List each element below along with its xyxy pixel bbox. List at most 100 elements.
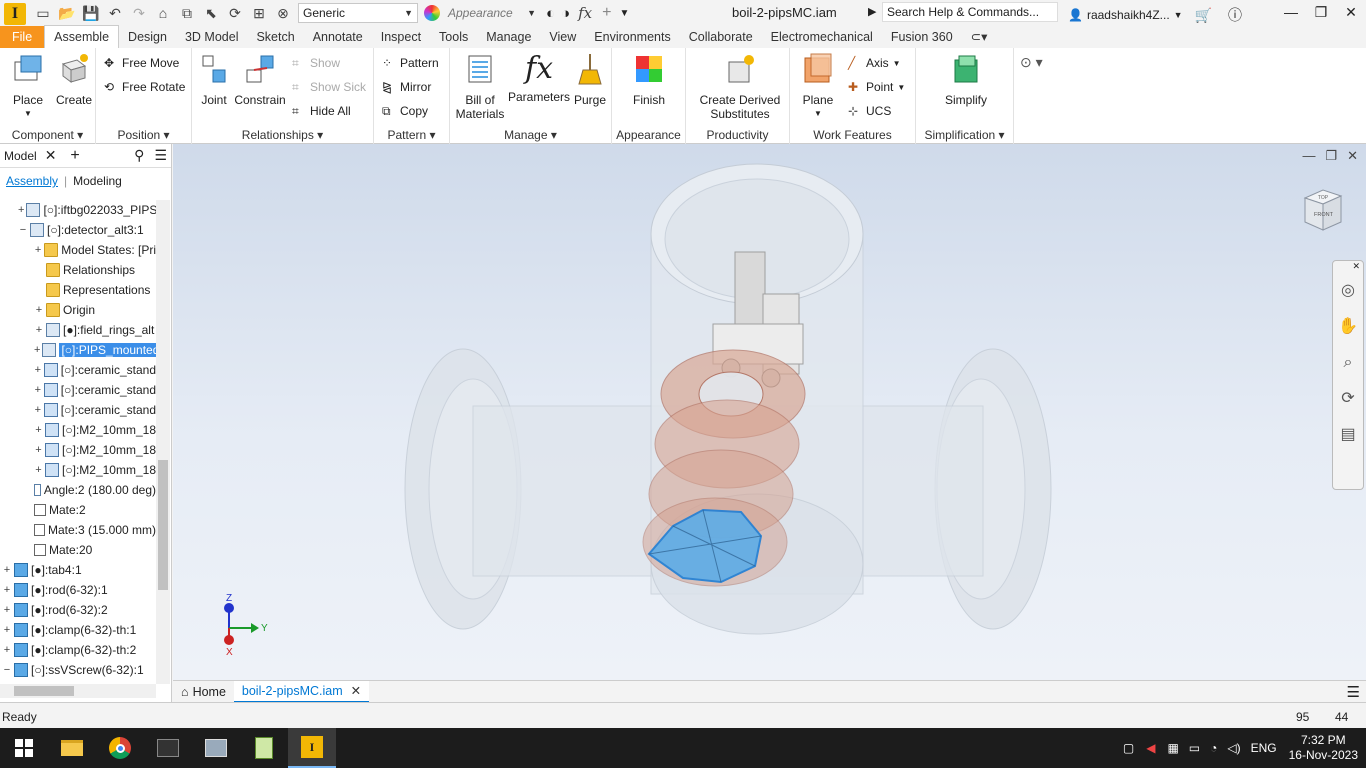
create-button[interactable]: Create xyxy=(52,52,96,107)
close-icon[interactable]: ✕ xyxy=(45,147,57,164)
expand-icon[interactable]: + xyxy=(2,584,12,596)
menu-icon[interactable]: ☰ xyxy=(154,147,167,164)
tree-item[interactable]: + [○]:M2_10mm_18 xyxy=(0,420,156,440)
tab-document[interactable]: boil-2-pipsMC.iam ✕ xyxy=(233,680,370,703)
tree-item-selected[interactable]: + [○]:PIPS_mounted xyxy=(0,340,156,360)
pan-icon[interactable]: ✋ xyxy=(1333,309,1363,345)
expand-icon[interactable]: + xyxy=(34,464,43,476)
tree-item[interactable]: + [●]:field_rings_alt xyxy=(0,320,156,340)
expand-icon[interactable]: + xyxy=(2,644,12,656)
expand-icon[interactable]: + xyxy=(34,324,44,336)
tree-item[interactable]: + [○]:M2_10mm_18 xyxy=(0,440,156,460)
user-account[interactable]: 👤 raadshaikh4Z... ▼ 🛒 ⓘ xyxy=(1068,5,1242,25)
relationships-panel-title[interactable]: Relationships ▾ xyxy=(192,128,373,142)
select-icon[interactable]: ⬉ xyxy=(200,3,222,23)
battery-icon[interactable]: ▭ xyxy=(1189,741,1200,755)
expand-icon[interactable]: + xyxy=(34,364,42,376)
hide-all-button[interactable]: ⌗ Hide All xyxy=(292,102,351,120)
tab-collaborate[interactable]: Collaborate xyxy=(680,26,762,48)
network-icon[interactable]: ▦ xyxy=(1167,741,1178,755)
tab-tools[interactable]: Tools xyxy=(430,26,477,48)
add-icon[interactable]: + xyxy=(70,147,79,165)
viewcube[interactable]: TOP FRONT xyxy=(1299,186,1345,236)
return-icon[interactable]: ⧉ xyxy=(176,3,198,23)
copy-button[interactable]: ⧉ Copy xyxy=(382,102,428,120)
chevron-right-icon[interactable]: ▶ xyxy=(868,5,876,18)
language-indicator[interactable]: ENG xyxy=(1251,741,1277,755)
redo-icon[interactable]: ↷ xyxy=(128,3,150,23)
close-icon[interactable]: ✕ xyxy=(1336,0,1366,24)
ortho-icon[interactable]: ⊗ xyxy=(272,3,294,23)
fx-icon[interactable]: fx xyxy=(578,4,592,22)
restore-icon[interactable]: ❐ xyxy=(1325,148,1337,164)
clock[interactable]: 7:32 PM 16-Nov-2023 xyxy=(1289,733,1358,763)
app-logo[interactable]: I xyxy=(4,3,26,25)
appearance-dropdown[interactable]: Appearance ▼ xyxy=(444,3,540,23)
mirror-button[interactable]: ⧎ Mirror xyxy=(382,78,431,96)
tree-item[interactable]: + Model States: [Pri xyxy=(0,240,156,260)
speaker-icon[interactable]: ◁) xyxy=(1227,741,1240,755)
expand-icon[interactable]: + xyxy=(34,244,42,256)
ribbon-options-icon[interactable]: ⊂▾ xyxy=(962,25,997,48)
point-button[interactable]: ✚ Point ▼ xyxy=(848,78,905,96)
tree-item[interactable]: + [●]:clamp(6-32)-th:2 xyxy=(0,640,156,660)
measure-icon[interactable]: ⊞ xyxy=(248,3,270,23)
cart-icon[interactable]: 🛒 xyxy=(1195,7,1212,24)
restore-icon[interactable]: ❐ xyxy=(1306,0,1336,24)
notepad-button[interactable] xyxy=(240,728,288,768)
bill-of-materials-button[interactable]: Bill of Materials xyxy=(452,52,508,121)
browser-vertical-scrollbar[interactable] xyxy=(156,200,170,684)
material-dropdown[interactable]: Generic ▼ xyxy=(298,3,418,23)
tab-annotate[interactable]: Annotate xyxy=(304,26,372,48)
constrain-button[interactable]: Constrain xyxy=(234,52,286,107)
help-icon[interactable]: ⓘ xyxy=(1228,5,1242,25)
browser-tab-model[interactable]: Model xyxy=(4,149,37,163)
chrome-button[interactable] xyxy=(96,728,144,768)
plane-button[interactable]: Plane ▼ xyxy=(796,52,840,121)
expand-icon[interactable]: + xyxy=(2,604,12,616)
tree-item[interactable]: Representations xyxy=(0,280,156,300)
free-move-button[interactable]: ✥ Free Move xyxy=(104,54,179,72)
file-explorer-button[interactable] xyxy=(48,728,96,768)
terminal-button[interactable] xyxy=(144,728,192,768)
tab-environments[interactable]: Environments xyxy=(585,26,679,48)
modeling-view-link[interactable]: Modeling xyxy=(73,174,122,188)
minimize-icon[interactable]: — xyxy=(1276,0,1306,24)
notification-icon[interactable]: ▢ xyxy=(1123,741,1134,755)
photos-button[interactable] xyxy=(192,728,240,768)
adjust-appearance-icon[interactable]: ◑ xyxy=(561,5,570,22)
tree-item[interactable]: + [●]:clamp(6-32)-th:1 xyxy=(0,620,156,640)
tree-item[interactable]: + [○]:ceramic_stand xyxy=(0,360,156,380)
place-button[interactable]: Place ▼ xyxy=(6,52,50,121)
open-icon[interactable]: 📂 xyxy=(56,3,78,23)
scroll-thumb[interactable] xyxy=(14,686,74,696)
ribbon-extra-dropdown-icon[interactable]: ⊙ ▾ xyxy=(1020,54,1043,71)
tree-item[interactable]: + [○]:ceramic_stand xyxy=(0,380,156,400)
update-icon[interactable]: ⟳ xyxy=(224,3,246,23)
orbit-icon[interactable]: ⟳ xyxy=(1333,381,1363,417)
joint-button[interactable]: Joint xyxy=(194,52,234,107)
inventor-taskbar-button[interactable]: I xyxy=(288,728,336,768)
save-icon[interactable]: 💾 xyxy=(80,3,102,23)
expand-icon[interactable]: + xyxy=(34,444,43,456)
tab-design[interactable]: Design xyxy=(119,26,176,48)
axis-button[interactable]: ╱ Axis ▼ xyxy=(848,54,901,72)
tree-item[interactable]: + [●]:tab4:1 xyxy=(0,560,156,580)
component-panel-title[interactable]: Component ▾ xyxy=(0,128,95,142)
create-derived-substitutes-button[interactable]: Create Derived Substitutes xyxy=(692,52,788,121)
tree-item[interactable]: − [○]:detector_alt3:1 xyxy=(0,220,156,240)
tree-item[interactable]: Relationships xyxy=(0,260,156,280)
tabs-menu-icon[interactable]: ☰ xyxy=(1347,683,1360,701)
show-button[interactable]: ⌗ Show xyxy=(292,54,340,72)
tab-inspect[interactable]: Inspect xyxy=(372,26,430,48)
expand-icon[interactable]: + xyxy=(34,344,40,356)
tree-item[interactable]: + [○]:ceramic_stand xyxy=(0,400,156,420)
expand-icon[interactable]: + xyxy=(18,204,24,216)
tree-item[interactable]: − [○]:ssVScrew(6-32):1 xyxy=(0,660,156,680)
manage-panel-title[interactable]: Manage ▾ xyxy=(450,128,611,142)
close-icon[interactable]: ✕ xyxy=(1347,148,1358,164)
expand-icon[interactable]: + xyxy=(2,624,12,636)
graphics-viewport[interactable]: — ❐ ✕ TOP FRONT ✕ ◎ ✋ ⌕ ⟳ ▤ Z Y X xyxy=(173,144,1366,680)
expand-icon[interactable]: + xyxy=(34,384,42,396)
expand-icon[interactable]: + xyxy=(34,424,43,436)
